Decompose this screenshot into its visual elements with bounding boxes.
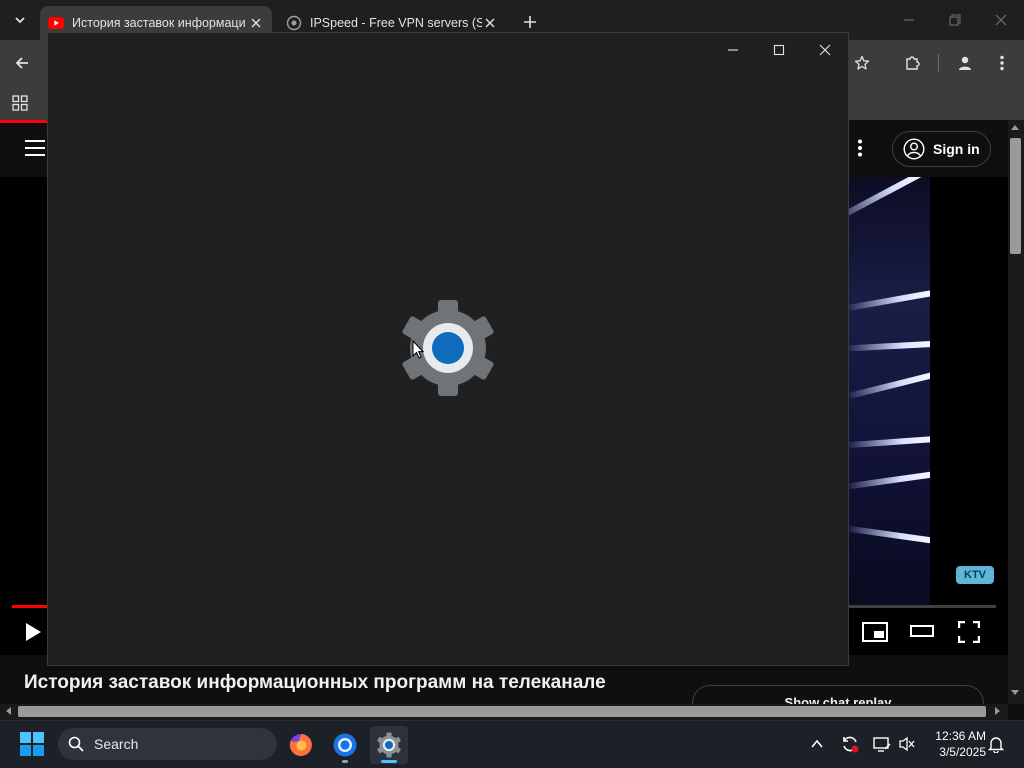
new-tab-button[interactable] xyxy=(518,10,542,34)
clock-date: 3/5/2025 xyxy=(939,745,986,759)
browser-close-button[interactable] xyxy=(978,8,1024,32)
windows-logo-icon xyxy=(20,732,44,756)
tab-title: IPSpeed - Free VPN servers (SS xyxy=(310,16,482,30)
extensions-button[interactable] xyxy=(898,49,926,77)
browser-restore-button[interactable] xyxy=(932,8,978,32)
scroll-down-arrow-icon[interactable] xyxy=(1011,690,1019,696)
tab-title: История заставок информаци xyxy=(72,16,246,30)
bell-icon xyxy=(988,737,1004,753)
show-chat-replay-button[interactable]: Show chat replay xyxy=(692,685,984,704)
video-frame xyxy=(848,177,930,605)
settings-gear-icon xyxy=(377,732,401,758)
chevron-up-icon xyxy=(811,739,823,748)
youtube-favicon-icon xyxy=(48,17,64,29)
theater-mode-button[interactable] xyxy=(910,624,936,642)
taskbar-clock[interactable]: 12:36 AM 3/5/2025 xyxy=(924,728,986,760)
firefox-icon xyxy=(289,734,312,756)
network-icon[interactable] xyxy=(872,734,892,754)
notifications-button[interactable] xyxy=(988,735,1004,753)
settings-close-button[interactable] xyxy=(802,37,848,63)
back-button[interactable] xyxy=(8,49,36,77)
taskbar-firefox[interactable] xyxy=(282,726,320,764)
play-icon xyxy=(26,623,41,641)
video-title: История заставок информационных программ… xyxy=(24,672,606,693)
close-icon xyxy=(485,18,495,28)
play-button[interactable] xyxy=(24,622,46,644)
start-button[interactable] xyxy=(20,732,44,756)
tab-search-button[interactable] xyxy=(8,8,32,32)
browser-menu-button[interactable] xyxy=(988,49,1016,77)
channel-watermark: KTV xyxy=(956,566,994,584)
fullscreen-button[interactable] xyxy=(958,621,982,645)
back-arrow-icon xyxy=(15,57,28,69)
volume-muted-icon[interactable] xyxy=(898,736,916,752)
sign-in-label: Sign in xyxy=(933,141,980,157)
minimize-icon xyxy=(728,49,738,51)
youtube-settings-menu-button[interactable] xyxy=(858,139,870,161)
close-icon xyxy=(995,14,1007,26)
settings-maximize-button[interactable] xyxy=(756,37,802,63)
restore-icon xyxy=(949,14,961,26)
show-hidden-icons-button[interactable] xyxy=(810,737,824,751)
miniplayer-icon xyxy=(862,622,888,642)
theater-mode-icon xyxy=(910,625,934,637)
taskbar-settings[interactable] xyxy=(370,726,408,764)
search-icon xyxy=(68,736,84,752)
browser-minimize-button[interactable] xyxy=(886,8,932,32)
horizontal-scrollbar-thumb[interactable] xyxy=(18,706,986,717)
person-icon xyxy=(959,56,971,70)
vertical-scrollbar-thumb[interactable] xyxy=(1010,138,1021,254)
mouse-cursor-icon xyxy=(412,340,424,359)
more-vertical-icon xyxy=(858,139,862,157)
scroll-right-arrow-icon[interactable] xyxy=(995,707,1001,715)
taskbar-search-box[interactable]: Search xyxy=(58,728,277,760)
account-circle-icon xyxy=(903,138,925,160)
chrome-icon xyxy=(333,733,357,757)
close-tab-button[interactable] xyxy=(482,15,498,31)
clock-time: 12:36 AM xyxy=(935,729,986,743)
chevron-down-icon xyxy=(15,17,25,24)
search-label: Search xyxy=(94,736,139,752)
settings-minimize-button[interactable] xyxy=(710,37,756,63)
plus-icon xyxy=(524,16,536,28)
guide-menu-button[interactable] xyxy=(24,139,46,159)
minimize-icon xyxy=(904,19,914,21)
puzzle-icon xyxy=(906,56,920,70)
maximize-icon xyxy=(773,44,785,56)
scroll-left-arrow-icon[interactable] xyxy=(5,707,11,715)
close-tab-button[interactable] xyxy=(248,15,264,31)
profile-button[interactable] xyxy=(951,49,979,77)
miniplayer-button[interactable] xyxy=(862,622,888,644)
sign-in-button[interactable]: Sign in xyxy=(892,131,991,167)
hamburger-menu-icon xyxy=(25,140,45,156)
more-vertical-icon xyxy=(1000,55,1004,71)
toolbar-divider xyxy=(938,54,939,72)
fullscreen-icon xyxy=(958,621,980,643)
apps-button[interactable] xyxy=(6,89,34,117)
globe-favicon-icon xyxy=(286,15,302,31)
video-progress-played xyxy=(12,605,47,608)
star-icon xyxy=(854,55,870,70)
apps-grid-icon xyxy=(12,95,28,111)
bookmark-star-button[interactable] xyxy=(848,49,876,77)
sync-status-icon[interactable] xyxy=(840,734,860,754)
close-icon xyxy=(251,18,261,28)
scroll-up-arrow-icon[interactable] xyxy=(1011,124,1019,130)
taskbar-chrome[interactable] xyxy=(326,726,364,764)
close-icon xyxy=(819,44,831,56)
